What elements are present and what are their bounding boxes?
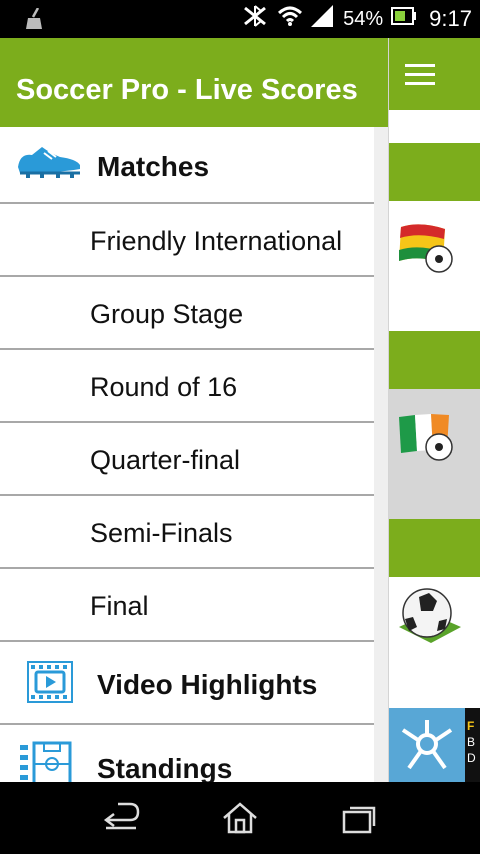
menu-item-final[interactable]: Final [0,569,374,642]
background-band [389,331,480,389]
ad-text: F B D [465,708,480,782]
battery-icon [391,7,417,31]
drawer-scrollbar[interactable] [374,127,388,782]
clock: 9:17 [429,6,472,31]
broom-icon [24,7,48,35]
back-icon[interactable] [100,800,142,841]
hamburger-menu-icon[interactable] [405,64,435,86]
navigation-drawer: Soccer Pro - Live Scores Matches Friendl… [0,38,389,782]
bluetooth-x-icon [241,4,269,34]
menu-item-quarter-final[interactable]: Quarter-final [0,423,374,496]
section-matches[interactable]: Matches [0,127,374,204]
menu-item-label: Semi-Finals [90,518,233,548]
section-label: Video Highlights [97,669,318,700]
background-match-row[interactable] [389,201,480,331]
battery-percent: 54% [343,7,384,30]
section-label: Standings [97,753,233,782]
ireland-flag-ball-icon [395,407,461,468]
home-icon[interactable] [220,800,260,841]
menu-item-label: Friendly International [90,226,343,256]
menu-item-label: Group Stage [90,299,244,329]
soccer-ball-icon [395,583,463,652]
menu-item-semi-finals[interactable]: Semi-Finals [0,496,374,569]
background-match-row[interactable] [389,389,480,519]
menu-item-round-of-16[interactable]: Round of 16 [0,350,374,423]
background-band [389,519,480,577]
menu-item-label: Final [90,591,149,621]
cleat-icon [16,143,82,184]
section-label: Matches [97,151,210,182]
recents-icon[interactable] [340,800,380,841]
background-match-row[interactable] [389,577,480,708]
video-icon [26,660,74,709]
menu-item-friendly-international[interactable]: Friendly International [0,204,374,277]
ghana-flag-ball-icon [395,219,461,280]
signal-icon [311,5,335,33]
system-nav-bar [0,782,480,854]
menu-item-label: Quarter-final [90,445,241,475]
drawer-header: Soccer Pro - Live Scores [0,38,388,127]
menu-item-label: Round of 16 [90,372,238,402]
ad-logo-icon [397,716,457,779]
section-video-highlights[interactable]: Video Highlights [0,642,374,725]
background-app-content: F B D [389,38,480,782]
section-standings[interactable]: Standings [0,725,374,782]
app-title: Soccer Pro - Live Scores [16,74,358,106]
wifi-icon [277,5,303,33]
standings-icon [18,741,74,782]
menu-item-group-stage[interactable]: Group Stage [0,277,374,350]
background-app-header [389,38,480,110]
drawer-list: Matches Friendly International Group Sta… [0,127,374,782]
background-band [389,143,480,201]
status-bar: 54% 9:17 [0,0,480,38]
